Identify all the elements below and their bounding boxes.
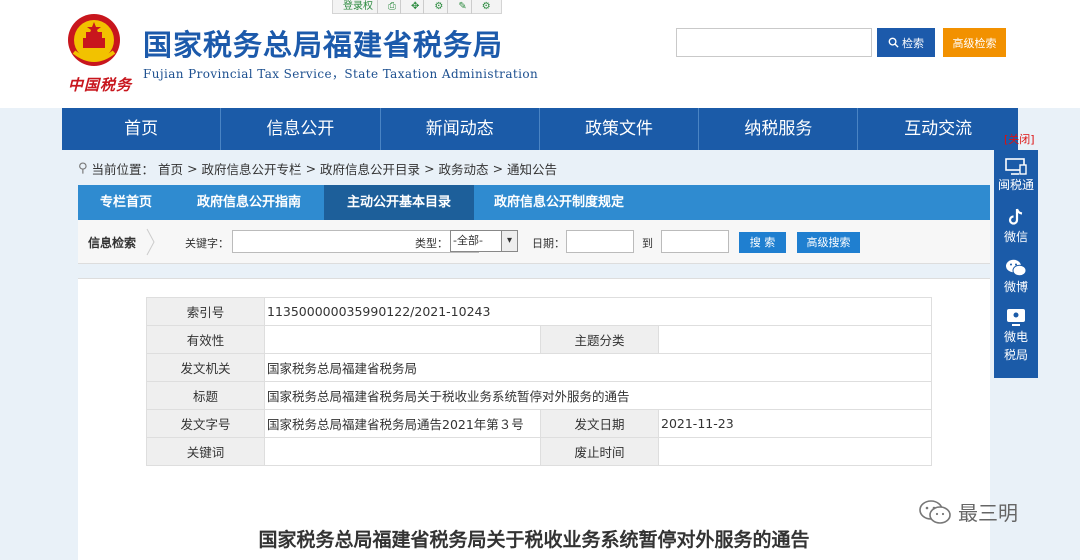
- location-pin-icon: ⚲: [78, 161, 88, 176]
- side-item-mintongtong[interactable]: 闽税通: [994, 158, 1038, 193]
- type-label: 类型：: [415, 237, 448, 250]
- toolbar-icon-5[interactable]: ⚙: [478, 0, 495, 14]
- meta-key: 标题: [146, 381, 265, 410]
- breadcrumb-item[interactable]: 首页: [158, 159, 183, 178]
- side-item-e-tax-bureau[interactable]: 微电税局: [994, 308, 1038, 364]
- nav-item-news[interactable]: 新闻动态: [381, 108, 540, 150]
- side-item-wechat[interactable]: 微信: [994, 208, 1038, 245]
- type-select-value: -全部-: [453, 234, 483, 247]
- site-search-button[interactable]: 检索: [877, 28, 935, 57]
- info-advanced-search-button[interactable]: 高级搜索: [797, 232, 860, 253]
- meta-topic: [658, 325, 932, 354]
- breadcrumb-separator: >: [492, 161, 504, 176]
- wechat-bubble-icon: [919, 499, 951, 524]
- chevron-down-icon: ▾: [501, 231, 517, 251]
- meta-doc-no: 国家税务总局福建省税务局通告2021年第３号: [264, 409, 541, 438]
- breadcrumb-item[interactable]: 通知公告: [507, 159, 557, 178]
- advanced-search-button[interactable]: 高级检索: [943, 28, 1006, 57]
- tab-basic-catalog[interactable]: 主动公开基本目录: [324, 185, 474, 220]
- meta-key: 索引号: [146, 297, 265, 326]
- login-link[interactable]: 登录权: [339, 0, 378, 14]
- side-item-label: 微信: [1003, 230, 1028, 244]
- nav-item-policy[interactable]: 政策文件: [540, 108, 700, 150]
- search-icon: [888, 37, 899, 48]
- type-select[interactable]: -全部- ▾: [450, 230, 518, 252]
- e-tax-icon: [1007, 309, 1025, 326]
- meta-key: 发文机关: [146, 353, 265, 382]
- meta-key: 废止时间: [540, 437, 659, 466]
- info-search-button[interactable]: 搜 索: [739, 232, 786, 253]
- toolbar-icon-4[interactable]: ✎: [454, 0, 472, 14]
- document-meta-table: 索引号 11350000003599012​2/2021-10243 有效性 主…: [146, 297, 932, 466]
- national-emblem-icon: [68, 14, 120, 66]
- top-toolbar: 登录权 ⎙ ✥ ⚙ ✎ ⚙: [332, 0, 502, 14]
- site-search-input[interactable]: [676, 28, 872, 57]
- toolbar-icon-3[interactable]: ⚙: [430, 0, 449, 14]
- wechat-watermark: 最三明: [918, 497, 1018, 526]
- breadcrumb-item[interactable]: 政府信息公开目录: [320, 159, 420, 178]
- site-subtitle: Fujian Provincial Tax Service，State Taxa…: [143, 67, 539, 81]
- article-content: 索引号 11350000003599012​2/2021-10243 有效性 主…: [78, 278, 990, 560]
- breadcrumb-separator: >: [305, 161, 317, 176]
- nav-item-interaction[interactable]: 互动交流: [858, 108, 1017, 150]
- nav-item-info-disclosure[interactable]: 信息公开: [221, 108, 381, 150]
- side-item-label: 闽税通: [997, 178, 1034, 192]
- tiktok-icon: [1008, 208, 1023, 225]
- meta-keywords: [264, 437, 541, 466]
- main-nav: 首页 信息公开 新闻动态 政策文件 纳税服务 互动交流: [62, 108, 1018, 150]
- toolbar-icon-2[interactable]: ✥: [407, 0, 425, 14]
- toolbar-icon-1[interactable]: ⎙: [384, 0, 401, 14]
- date-to-label: 到: [642, 237, 653, 250]
- date-from-input[interactable]: [566, 230, 634, 253]
- table-row: 索引号 11350000003599012​2/2021-10243: [146, 297, 932, 326]
- table-row: 有效性 主题分类: [146, 325, 932, 354]
- meta-key: 关键词: [146, 437, 265, 466]
- section-tabs: 专栏首页 政府信息公开指南 主动公开基本目录 政府信息公开制度规定: [78, 185, 990, 220]
- meta-validity: [264, 325, 541, 354]
- info-search-label: 信息检索: [88, 236, 137, 250]
- breadcrumb-separator: >: [187, 161, 198, 176]
- breadcrumb-item[interactable]: 政务动态: [439, 159, 489, 178]
- meta-key: 发文日期: [540, 409, 659, 438]
- watermark-text: 最三明: [958, 501, 1018, 525]
- emblem-text: 中国税务: [68, 76, 133, 94]
- meta-key: 主题分类: [540, 325, 659, 354]
- tab-disclosure-guide[interactable]: 政府信息公开指南: [174, 185, 324, 220]
- table-row: 标题 国家税务总局福建省税务局关于税收业务系统暂停对外服务的通告: [146, 381, 932, 410]
- table-row: 关键词 废止时间: [146, 437, 932, 466]
- site-header: 登录权 ⎙ ✥ ⚙ ✎ ⚙ 中国税务 国家税务总局福建省税务局 Fujian P…: [0, 0, 1080, 108]
- meta-issuer: 国家税务总局福建省税务局: [264, 353, 932, 382]
- breadcrumb: ⚲ 当前位置： 首页 > 政府信息公开专栏 > 政府信息公开目录 > 政务动态 …: [78, 159, 557, 178]
- meta-expiry: [658, 437, 932, 466]
- side-item-label: 微电税局: [1003, 330, 1028, 362]
- meta-index-no: 11350000003599012​2/2021-10243: [264, 297, 932, 326]
- tab-disclosure-rules[interactable]: 政府信息公开制度规定: [474, 185, 644, 220]
- table-row: 发文字号 国家税务总局福建省税务局通告2021年第３号 发文日期 2021-11…: [146, 409, 932, 438]
- nav-item-home[interactable]: 首页: [62, 108, 222, 150]
- nav-item-tax-service[interactable]: 纳税服务: [699, 108, 859, 150]
- side-item-label: 微博: [1003, 280, 1028, 294]
- site-title: 国家税务总局福建省税务局: [143, 28, 504, 62]
- breadcrumb-separator: >: [424, 161, 435, 176]
- side-item-weibo[interactable]: 微博: [994, 258, 1038, 295]
- breadcrumb-label: 当前位置：: [91, 162, 155, 177]
- notice-title: 国家税务总局福建省税务局关于税收业务系统暂停对外服务的通告: [258, 529, 810, 551]
- wechat-icon: [1006, 259, 1027, 277]
- side-float-panel: 闽税通 微信 微博 微电税局: [994, 150, 1038, 378]
- info-search-bar: 信息检索 关键字： 类型： -全部- ▾ 日期： 到 搜 索 高级搜索: [78, 220, 990, 264]
- meta-date: 2021-11-23: [658, 409, 932, 438]
- meta-key: 发文字号: [146, 409, 265, 438]
- side-close-button[interactable]: [关闭]: [1004, 131, 1035, 147]
- date-label: 日期：: [532, 237, 565, 250]
- tab-column-home[interactable]: 专栏首页: [78, 185, 174, 220]
- keyword-label: 关键字：: [185, 237, 229, 250]
- monitor-icon: [1005, 158, 1027, 175]
- meta-key: 有效性: [146, 325, 265, 354]
- date-to-input[interactable]: [661, 230, 729, 253]
- table-row: 发文机关 国家税务总局福建省税务局: [146, 353, 932, 382]
- chevron-right-icon: [146, 228, 155, 256]
- meta-title: 国家税务总局福建省税务局关于税收业务系统暂停对外服务的通告: [264, 381, 932, 410]
- site-search-label: 检索: [902, 36, 924, 50]
- breadcrumb-item[interactable]: 政府信息公开专栏: [202, 159, 302, 178]
